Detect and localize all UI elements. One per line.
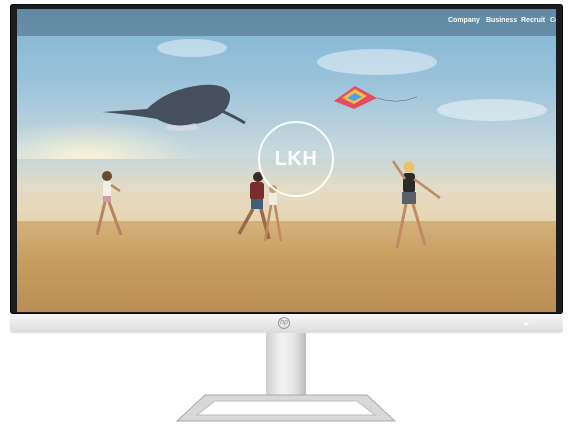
lkh-logo[interactable]: LKH [258,121,334,197]
website-screen: Company Business Recruit Co LKH [17,9,556,312]
nav-link-business[interactable]: Business [486,17,517,24]
hp-logo-icon: hp [278,317,290,329]
whale-illustration [102,84,246,131]
lkh-logo-text: LKH [274,147,318,170]
monitor-bezel: Company Business Recruit Co LKH [10,4,563,314]
woman-flying-kite-figure [391,160,441,249]
nav-link-recruit[interactable]: Recruit [521,17,545,24]
nav-link-contact[interactable]: Co [550,17,556,24]
monitor-chin: hp [10,314,563,333]
power-indicator-icon [524,323,528,325]
kite-illustration [334,86,418,109]
monitor-stand-neck [266,333,306,395]
nav-link-company[interactable]: Company [448,17,480,24]
monitor: Company Business Recruit Co LKH hp [10,4,563,333]
running-girl-figure [95,171,123,236]
site-navbar: Company Business Recruit Co [17,9,556,36]
monitor-stand-base [175,394,397,422]
